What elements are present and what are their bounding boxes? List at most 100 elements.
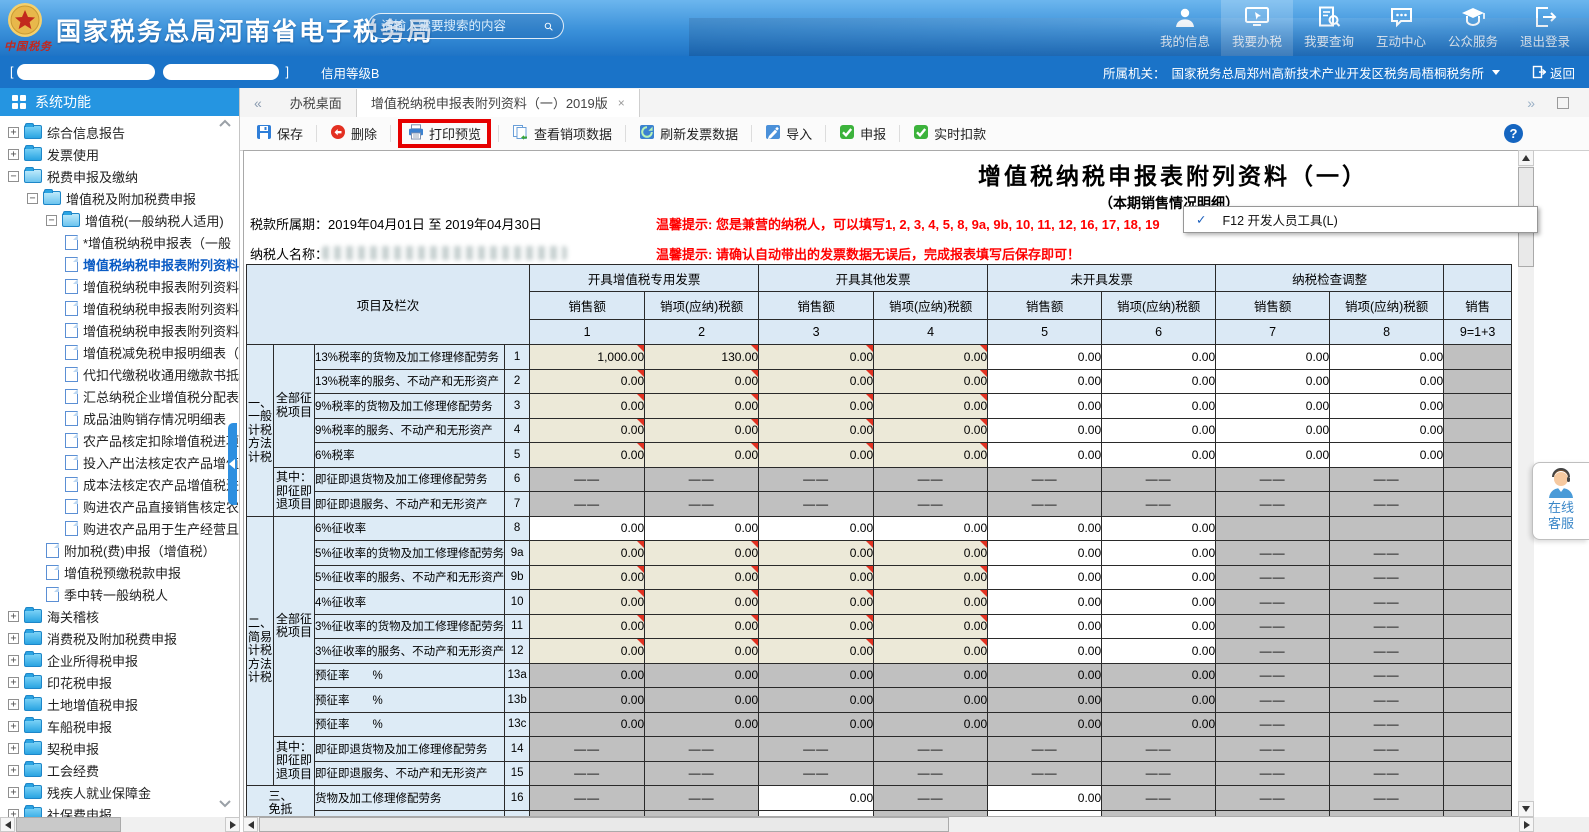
sidebar-item[interactable]: +消费税及附加税费申报: [0, 627, 239, 649]
value-cell[interactable]: 0.00: [988, 565, 1102, 590]
sidebar-item[interactable]: 成品油购销存情况明细表: [0, 407, 239, 429]
expand-icon[interactable]: +: [8, 149, 19, 160]
sidebar-item[interactable]: 购进农产品直接销售核定农: [0, 495, 239, 517]
sidebar-item[interactable]: +发票使用: [0, 143, 239, 165]
expand-icon[interactable]: +: [8, 127, 19, 138]
value-cell[interactable]: 0.00: [874, 565, 988, 590]
sidebar-item[interactable]: +土地增值税申报: [0, 693, 239, 715]
sidebar-item[interactable]: +企业所得税申报: [0, 649, 239, 671]
tab-maximize-icon[interactable]: [1557, 97, 1569, 109]
expand-icon[interactable]: +: [8, 743, 19, 754]
value-cell[interactable]: 0.00: [759, 565, 874, 590]
expand-icon[interactable]: +: [8, 677, 19, 688]
value-cell[interactable]: 0.00: [988, 516, 1102, 541]
sidebar-item[interactable]: 成本法核定农产品增值税进: [0, 473, 239, 495]
value-cell[interactable]: 0.00: [1330, 443, 1444, 468]
sidebar-item[interactable]: 购进农产品用于生产经营且: [0, 517, 239, 539]
online-service-widget[interactable]: 在线客服: [1532, 462, 1589, 540]
value-cell[interactable]: 0.00: [1102, 369, 1216, 394]
value-cell[interactable]: 0.00: [874, 394, 988, 419]
value-cell[interactable]: 0.00: [988, 394, 1102, 419]
value-cell[interactable]: 0.00: [874, 418, 988, 443]
org-dropdown-caret-icon[interactable]: [1492, 70, 1500, 75]
value-cell[interactable]: 0.00: [1330, 394, 1444, 419]
sidebar-item[interactable]: *增值税纳税申报表（一般: [0, 231, 239, 253]
sidebar-item[interactable]: +残疾人就业保障金: [0, 781, 239, 803]
expand-icon[interactable]: +: [8, 787, 19, 798]
value-cell[interactable]: 0.00: [645, 614, 759, 639]
value-cell[interactable]: 0.00: [530, 418, 645, 443]
toolbar-button-pages-3[interactable]: 查看销项数据: [506, 121, 618, 146]
value-cell[interactable]: 0.00: [759, 614, 874, 639]
toolbar-button-import-5[interactable]: 导入: [759, 121, 818, 146]
value-cell[interactable]: 0.00: [530, 565, 645, 590]
nav-item-user[interactable]: 我的信息: [1149, 0, 1221, 56]
value-cell[interactable]: 0.00: [645, 443, 759, 468]
value-cell[interactable]: 0.00: [874, 614, 988, 639]
sidebar-item[interactable]: 增值税纳税申报表附列资料: [0, 297, 239, 319]
expand-icon[interactable]: +: [8, 721, 19, 732]
nav-item-graduate[interactable]: 公众服务: [1437, 0, 1509, 56]
sidebar-item[interactable]: +车船税申报: [0, 715, 239, 737]
sidebar-collapse-handle[interactable]: [228, 423, 237, 505]
value-cell[interactable]: 0.00: [645, 590, 759, 615]
value-cell[interactable]: 0.00: [1216, 418, 1330, 443]
toolbar-button-save-0[interactable]: 保存: [250, 121, 309, 146]
sidebar-item[interactable]: 汇总纳税企业增值税分配表: [0, 385, 239, 407]
value-cell[interactable]: 0.00: [759, 639, 874, 664]
search-box[interactable]: [368, 13, 564, 39]
value-cell[interactable]: 0.00: [1102, 394, 1216, 419]
toolbar-button-refresh-4[interactable]: 刷新发票数据: [633, 121, 744, 146]
nav-item-chat[interactable]: 互动中心: [1365, 0, 1437, 56]
value-cell[interactable]: 0.00: [1216, 345, 1330, 370]
org-value[interactable]: 国家税务总局郑州高新技术产业开发区税务局梧桐税务所: [1171, 63, 1484, 82]
value-cell[interactable]: 0.00: [1102, 639, 1216, 664]
value-cell[interactable]: 0.00: [874, 516, 988, 541]
value-cell[interactable]: 0.00: [759, 443, 874, 468]
value-cell[interactable]: 0.00: [988, 443, 1102, 468]
value-cell[interactable]: 0.00: [874, 345, 988, 370]
tab-desktop[interactable]: 办税桌面: [276, 89, 356, 117]
value-cell[interactable]: 0.00: [759, 516, 874, 541]
value-cell[interactable]: 0.00: [759, 590, 874, 615]
value-cell[interactable]: 0.00: [988, 614, 1102, 639]
search-icon[interactable]: [544, 19, 553, 34]
sidebar-item[interactable]: −增值税及附加税费申报: [0, 187, 239, 209]
toolbar-button-check-6[interactable]: 申报: [833, 121, 892, 146]
nav-item-doc-search[interactable]: 我要查询: [1293, 0, 1365, 56]
value-cell[interactable]: 0.00: [1216, 369, 1330, 394]
value-cell[interactable]: 0.00: [874, 590, 988, 615]
search-input[interactable]: [379, 18, 544, 34]
sidebar-item[interactable]: +海关稽核: [0, 605, 239, 627]
value-cell[interactable]: 0.00: [874, 443, 988, 468]
value-cell[interactable]: 0.00: [759, 418, 874, 443]
value-cell[interactable]: 0.00: [530, 369, 645, 394]
value-cell[interactable]: 0.00: [759, 810, 874, 817]
value-cell[interactable]: 0.00: [1102, 590, 1216, 615]
value-cell[interactable]: 0.00: [1102, 541, 1216, 566]
value-cell[interactable]: 0.00: [1102, 614, 1216, 639]
sidebar-item[interactable]: 增值税纳税申报表附列资料: [0, 253, 239, 275]
value-cell[interactable]: 0.00: [759, 345, 874, 370]
value-cell[interactable]: 0.00: [530, 516, 645, 541]
value-cell[interactable]: 0.00: [530, 614, 645, 639]
sidebar-item[interactable]: 季中转一般纳税人: [0, 583, 239, 605]
sidebar-item[interactable]: 增值税预缴税款申报: [0, 561, 239, 583]
value-cell[interactable]: 0.00: [1102, 565, 1216, 590]
collapse-icon[interactable]: −: [8, 171, 19, 182]
sidebar-item[interactable]: +契税申报: [0, 737, 239, 759]
value-cell[interactable]: 0.00: [1102, 516, 1216, 541]
value-cell[interactable]: 0.00: [530, 590, 645, 615]
sidebar-item[interactable]: +印花税申报: [0, 671, 239, 693]
devtools-menu-item[interactable]: ✓ F12 开发人员工具(L): [1183, 206, 1538, 233]
nav-item-exit[interactable]: 退出登录: [1509, 0, 1581, 56]
print-preview-button-annotated[interactable]: 打印预览: [398, 119, 491, 148]
sidebar-item[interactable]: 增值税减免税申报明细表（: [0, 341, 239, 363]
collapse-icon[interactable]: −: [27, 193, 38, 204]
value-cell[interactable]: 0.00: [988, 418, 1102, 443]
sidebar-hscrollbar[interactable]: [0, 817, 240, 832]
value-cell[interactable]: 0.00: [1102, 443, 1216, 468]
value-cell[interactable]: 0.00: [530, 639, 645, 664]
value-cell[interactable]: 0.00: [1216, 443, 1330, 468]
value-cell[interactable]: 0.00: [759, 369, 874, 394]
